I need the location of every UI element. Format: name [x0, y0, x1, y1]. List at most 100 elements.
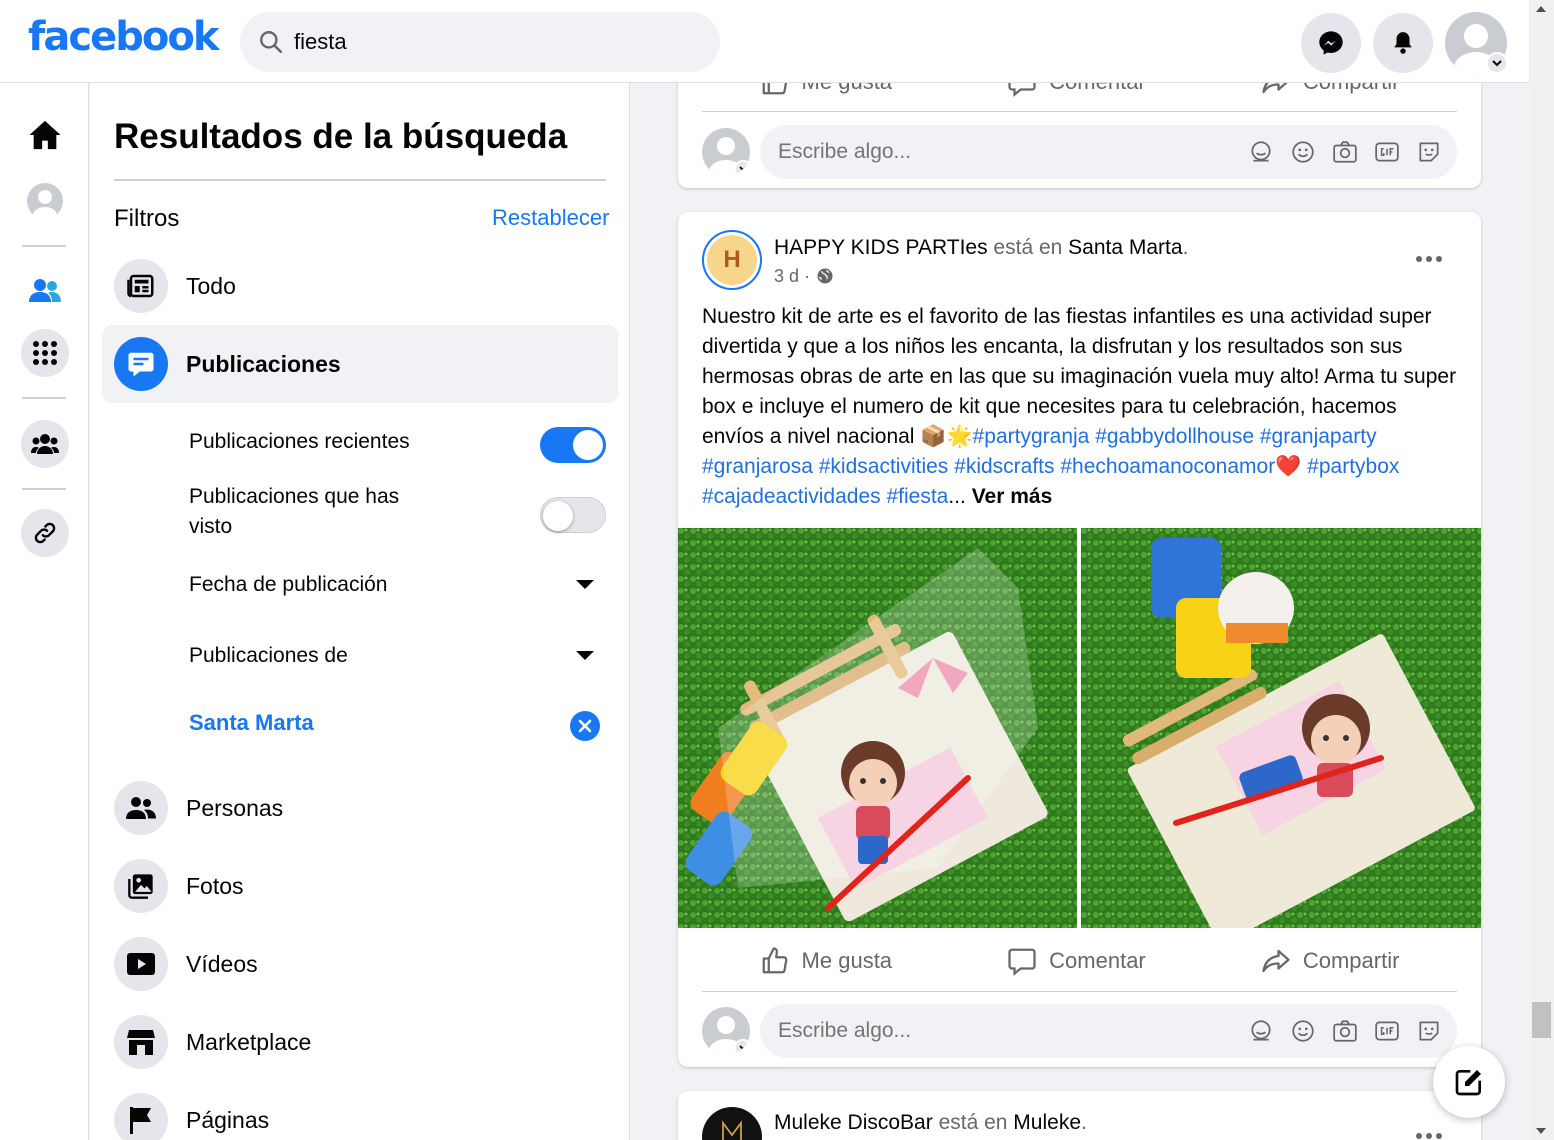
- comment-icon: [1007, 946, 1037, 976]
- camera-icon[interactable]: [1329, 136, 1361, 168]
- like-label: Me gusta: [801, 948, 893, 973]
- sticker-icon[interactable]: [1413, 136, 1445, 168]
- scroll-up-arrow-icon[interactable]: [1536, 6, 1546, 12]
- filter-category-videos[interactable]: Vídeos: [102, 925, 618, 1003]
- rail-divider: [22, 488, 66, 490]
- video-icon: [114, 937, 168, 991]
- clear-location-button[interactable]: [570, 711, 600, 741]
- category-label: Vídeos: [186, 950, 258, 977]
- search-box[interactable]: [240, 12, 720, 72]
- gif-icon[interactable]: [1371, 136, 1403, 168]
- location-filter-value[interactable]: Santa Marta: [189, 710, 314, 736]
- post-meta: HAPPY KIDS PARTIes está en Santa Marta. …: [774, 234, 1188, 287]
- divider: [702, 991, 1457, 992]
- profile-avatar-icon: [26, 182, 64, 220]
- like-button[interactable]: Me gusta: [760, 946, 893, 976]
- profile-button[interactable]: [21, 177, 69, 225]
- share-label: Compartir: [1302, 948, 1400, 973]
- menu-button[interactable]: [21, 329, 69, 377]
- hashtag-link[interactable]: #kidsactivities: [819, 455, 949, 478]
- messenger-button[interactable]: [1301, 13, 1361, 73]
- share-button[interactable]: Compartir: [1261, 946, 1400, 976]
- date-filter-dropdown[interactable]: Fecha de publicación: [189, 570, 387, 600]
- page-avatar[interactable]: [702, 1107, 762, 1140]
- hashtag-link[interactable]: #fiesta: [886, 485, 948, 508]
- user-avatar[interactable]: [702, 128, 750, 176]
- seen-posts-toggle[interactable]: [540, 497, 606, 533]
- new-message-button[interactable]: [1433, 1046, 1505, 1118]
- search-input[interactable]: [294, 29, 674, 55]
- hashtag-link[interactable]: #partygranja: [973, 425, 1090, 448]
- dropdown-arrow-icon[interactable]: [576, 580, 594, 589]
- post-author[interactable]: HAPPY KIDS PARTIes: [774, 236, 988, 259]
- emoji-icon[interactable]: [1287, 1015, 1319, 1047]
- comment-input[interactable]: [778, 140, 1235, 164]
- posts-from-dropdown[interactable]: Publicaciones de: [189, 641, 348, 671]
- filter-category-todo[interactable]: Todo: [102, 247, 618, 325]
- comment-input[interactable]: [778, 1019, 1235, 1043]
- ellipsis: ...: [948, 485, 966, 508]
- seen-posts-label-line2: visto: [189, 515, 233, 538]
- photos-icon: [114, 859, 168, 913]
- scroll-down-arrow-icon[interactable]: [1536, 1128, 1546, 1134]
- page-scrollbar[interactable]: [1529, 0, 1554, 1140]
- post-location[interactable]: Muleke: [1013, 1111, 1081, 1134]
- sticker-icon[interactable]: [1413, 1015, 1445, 1047]
- rail-divider: [22, 245, 66, 247]
- hashtag-link[interactable]: #partybox: [1307, 455, 1399, 478]
- post-location[interactable]: Santa Marta: [1068, 236, 1182, 259]
- grid-menu-icon: [32, 340, 58, 366]
- comment-box[interactable]: [760, 125, 1457, 179]
- recent-posts-toggle[interactable]: [540, 427, 606, 463]
- filter-category-personas[interactable]: Personas: [102, 769, 618, 847]
- notifications-button[interactable]: [1373, 13, 1433, 73]
- muleke-logo-icon: [720, 1119, 744, 1140]
- more-options-icon[interactable]: [1416, 1133, 1442, 1139]
- see-more-link[interactable]: Ver más: [972, 485, 1053, 508]
- compose-icon: [1453, 1066, 1485, 1098]
- scroll-thumb[interactable]: [1532, 1002, 1551, 1038]
- avatar-sticker-icon[interactable]: [1245, 1015, 1277, 1047]
- filter-category-fotos[interactable]: Fotos: [102, 847, 618, 925]
- comment-button[interactable]: Comentar: [1007, 946, 1146, 976]
- facebook-logo[interactable]: facebook: [28, 14, 219, 60]
- seen-posts-label: Publicaciones que has visto: [189, 482, 399, 542]
- post-author[interactable]: Muleke DiscoBar: [774, 1111, 933, 1134]
- post-photo-1[interactable]: [678, 528, 1077, 928]
- camera-icon[interactable]: [1329, 1015, 1361, 1047]
- more-options-icon[interactable]: [1416, 256, 1442, 262]
- gif-icon[interactable]: [1371, 1015, 1403, 1047]
- hashtag-link[interactable]: #hechoamanoconamor: [1060, 455, 1275, 478]
- avatar-sticker-icon[interactable]: [1245, 136, 1277, 168]
- page-avatar[interactable]: H: [702, 230, 762, 290]
- account-menu-chevron-icon[interactable]: [1486, 52, 1508, 74]
- friends-button[interactable]: [21, 266, 69, 314]
- link-button[interactable]: [21, 509, 69, 557]
- category-label: Publicaciones: [186, 350, 341, 377]
- chevron-down-icon: [734, 160, 750, 176]
- hashtag-link[interactable]: #granjarosa: [702, 455, 813, 478]
- post-photo-2[interactable]: [1081, 528, 1481, 928]
- page-title: Resultados de la búsqueda: [114, 117, 568, 156]
- hashtag-link[interactable]: #gabbydollhouse: [1095, 425, 1254, 448]
- user-avatar[interactable]: [702, 1007, 750, 1055]
- share-arrow-icon: [1261, 946, 1291, 976]
- is-at-text: está en: [987, 235, 1069, 259]
- reset-filters-link[interactable]: Restablecer: [492, 205, 609, 231]
- category-label: Marketplace: [186, 1028, 312, 1055]
- avatar-letter: H: [707, 235, 757, 285]
- filter-category-paginas[interactable]: Páginas: [102, 1081, 618, 1140]
- home-button[interactable]: [21, 111, 69, 159]
- post-timestamp[interactable]: 3 d ·: [774, 266, 810, 287]
- newsfeed-icon: [114, 259, 168, 313]
- bell-icon: [1390, 29, 1416, 57]
- hashtag-link[interactable]: #granjaparty: [1260, 425, 1377, 448]
- comment-box[interactable]: [760, 1004, 1457, 1058]
- groups-button[interactable]: [21, 420, 69, 468]
- emoji-icon[interactable]: [1287, 136, 1319, 168]
- hashtag-link[interactable]: #cajadeactividades: [702, 485, 881, 508]
- filter-category-marketplace[interactable]: Marketplace: [102, 1003, 618, 1081]
- filter-category-publicaciones[interactable]: Publicaciones: [102, 325, 618, 403]
- hashtag-link[interactable]: #kidscrafts: [954, 455, 1054, 478]
- dropdown-arrow-icon[interactable]: [576, 651, 594, 660]
